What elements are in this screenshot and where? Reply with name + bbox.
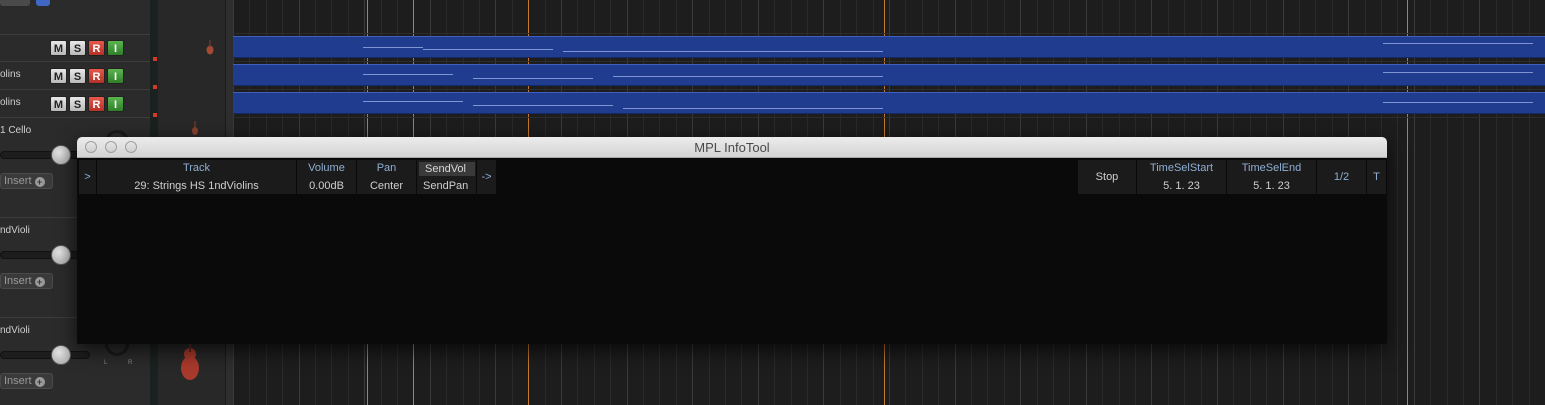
track-field[interactable]: Track 29: Strings HS 1ndViolins (97, 160, 297, 194)
pan-field[interactable]: Pan Center (357, 160, 417, 194)
fx-indicator (153, 57, 157, 61)
track-name: 1 Cello (0, 125, 32, 136)
fx-indicator (153, 85, 157, 89)
mute-button[interactable]: M (50, 40, 67, 56)
track-name: ndVioli (0, 325, 30, 336)
mute-button[interactable]: M (50, 96, 67, 112)
timesel-end-value: 5. 1. 23 (1253, 180, 1290, 192)
plus-icon: + (34, 377, 45, 387)
record-arm-button[interactable]: R (88, 40, 105, 56)
pan-value: Center (369, 180, 404, 192)
expand-button[interactable]: > (79, 160, 97, 194)
sendvol-toggle[interactable]: SendVol (419, 162, 475, 176)
insert-button[interactable]: Insert + (0, 373, 53, 389)
midi-item[interactable] (233, 64, 1545, 86)
infotool-window: MPL InfoTool > Track 29: Strings HS 1ndV… (77, 137, 1387, 344)
chevron-right-icon: > (84, 171, 91, 183)
t-button[interactable]: T (1367, 160, 1387, 194)
timesel-end-field[interactable]: TimeSelEnd 5. 1. 23 (1227, 160, 1317, 194)
page-indicator-button[interactable]: 1/2 (1317, 160, 1367, 194)
transport-state-text: Stop (1095, 171, 1119, 183)
plus-icon: + (34, 177, 45, 187)
track-value: 29: Strings HS 1ndViolins (134, 180, 259, 192)
timesel-end-label: TimeSelEnd (1241, 162, 1302, 174)
volume-slider-knob[interactable] (51, 345, 71, 365)
timesel-start-label: TimeSelStart (1149, 162, 1214, 174)
track-name: olins (0, 69, 21, 80)
window-titlebar[interactable]: MPL InfoTool (77, 137, 1387, 158)
volume-value: 0.00dB (309, 180, 344, 192)
transport-state[interactable]: Stop (1078, 160, 1137, 194)
track-3-buttons: M S R I (50, 96, 124, 112)
fx-indicator (153, 113, 157, 117)
t-button-label: T (1373, 171, 1380, 183)
partial-button-blue[interactable] (36, 0, 50, 6)
violin-icon (192, 121, 198, 135)
window-title: MPL InfoTool (694, 140, 770, 155)
violin-icon (206, 40, 214, 55)
sendpan-toggle[interactable]: SendPan (417, 180, 476, 192)
track-2-buttons: M S R I (50, 68, 124, 84)
volume-slider[interactable] (0, 345, 90, 365)
cello-icon (181, 338, 199, 380)
arrow-right-icon: -> (481, 171, 492, 183)
record-arm-button[interactable]: R (88, 68, 105, 84)
insert-button[interactable]: Insert + (0, 173, 53, 189)
pan-right-letter: R (128, 360, 133, 366)
solo-button[interactable]: S (69, 40, 86, 56)
volume-slider-knob[interactable] (51, 145, 71, 165)
mute-button[interactable]: M (50, 68, 67, 84)
volume-label: Volume (308, 162, 345, 174)
partial-button[interactable] (0, 0, 30, 6)
input-monitor-button[interactable]: I (107, 40, 124, 56)
track-1-buttons: M S R I (50, 40, 124, 56)
volume-field[interactable]: Volume 0.00dB (297, 160, 357, 194)
record-arm-button[interactable]: R (88, 96, 105, 112)
input-monitor-button[interactable]: I (107, 68, 124, 84)
track-label: Track (182, 162, 211, 174)
track-name: ndVioli (0, 225, 30, 236)
plus-icon: + (34, 277, 45, 287)
track-name: olins (0, 97, 21, 108)
pan-label: Pan (376, 162, 397, 174)
solo-button[interactable]: S (69, 68, 86, 84)
volume-slider-knob[interactable] (51, 245, 71, 265)
midi-item[interactable] (233, 36, 1545, 58)
timesel-start-field[interactable]: TimeSelStart 5. 1. 23 (1137, 160, 1227, 194)
next-page-button[interactable]: -> (477, 160, 497, 194)
input-monitor-button[interactable]: I (107, 96, 124, 112)
solo-button[interactable]: S (69, 96, 86, 112)
pan-left-letter: L (104, 360, 108, 366)
insert-button[interactable]: Insert + (0, 273, 53, 289)
timesel-start-value: 5. 1. 23 (1163, 180, 1200, 192)
midi-item[interactable] (233, 92, 1545, 114)
send-field[interactable]: SendVol SendPan (417, 160, 477, 194)
page-indicator: 1/2 (1333, 171, 1350, 183)
